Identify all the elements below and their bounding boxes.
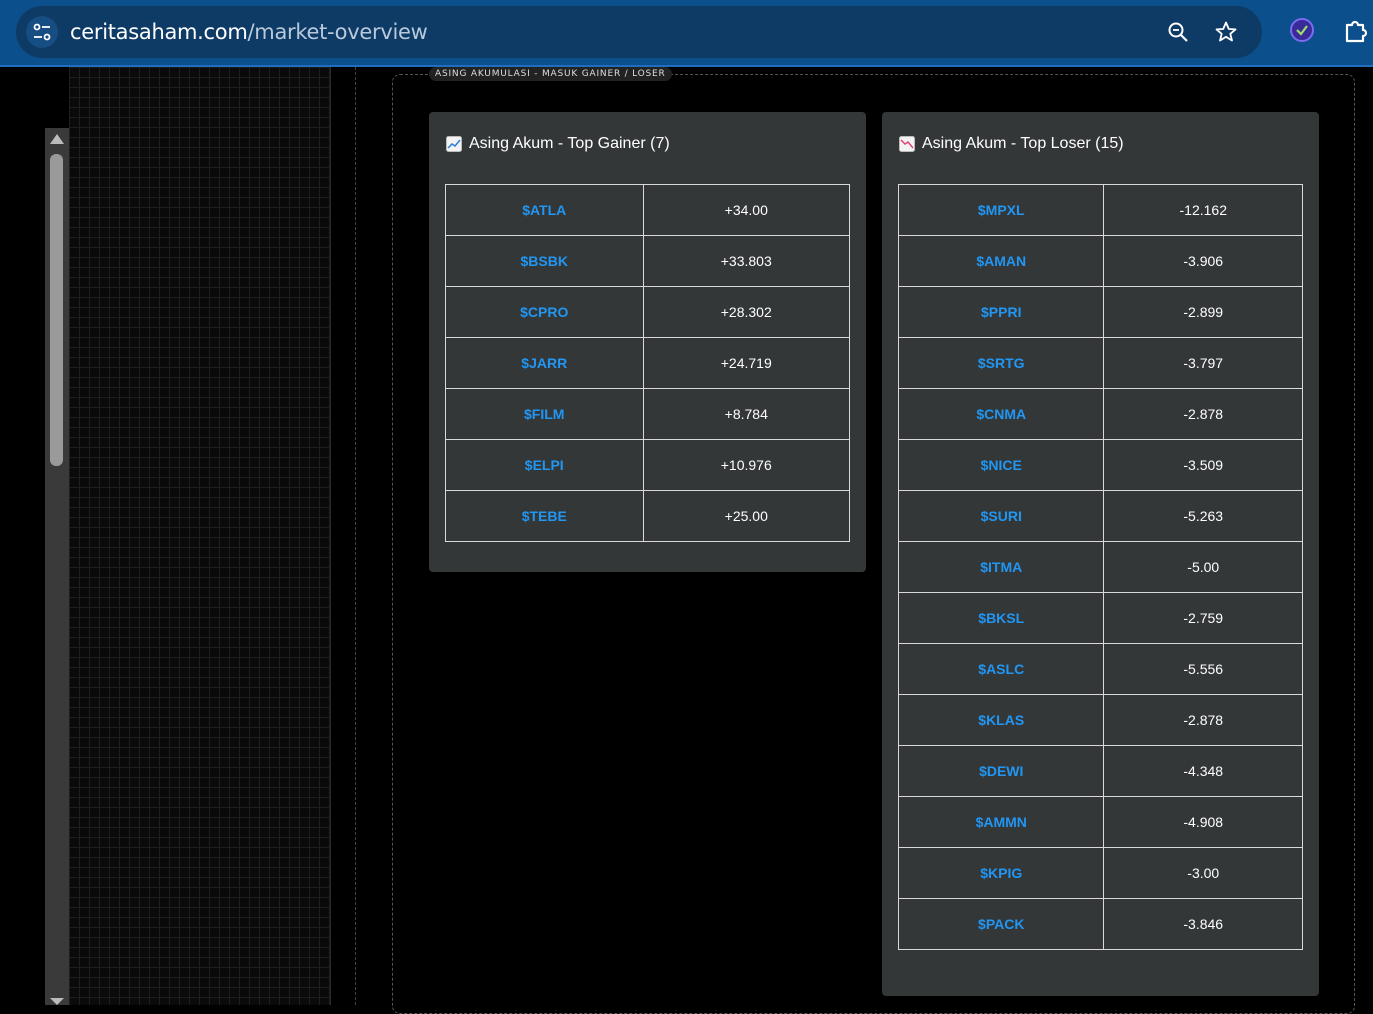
chart-decreasing-icon (899, 136, 915, 152)
table-row: $SURI -5.263 (897, 490, 1303, 542)
top-gainer-title: Asing Akum - Top Gainer (7) (446, 134, 670, 154)
value-cell: -2.759 (1103, 592, 1303, 644)
table-row: $FILM +8.784 (445, 388, 850, 440)
value-cell: +33.803 (642, 235, 850, 287)
table-row: $NICE -3.509 (897, 439, 1303, 491)
table-row: $PACK -3.846 (897, 898, 1303, 950)
table-row: $CPRO +28.302 (445, 286, 850, 338)
value-cell: +34.00 (642, 184, 850, 236)
ticker-link[interactable]: $ELPI (445, 439, 644, 491)
table-row: $BKSL -2.759 (897, 592, 1303, 644)
value-cell: -3.846 (1103, 898, 1303, 950)
value-cell: +24.719 (642, 337, 850, 389)
top-gainer-card: Asing Akum - Top Gainer (7) $ATLA +34.00 $… (429, 112, 866, 572)
scroll-down-arrow-icon[interactable] (50, 998, 64, 1005)
table-row: $KPIG -3.00 (897, 847, 1303, 899)
ticker-link[interactable]: $SRTG (897, 337, 1105, 389)
value-cell: +25.00 (642, 490, 850, 542)
table-row: $JARR +24.719 (445, 337, 850, 389)
top-gainer-table: $ATLA +34.00 $BSBK +33.803 $CPRO +28.302 $JARR… (445, 184, 850, 542)
extension-check-icon[interactable] (1288, 16, 1316, 44)
table-row: $AMMN -4.908 (897, 796, 1303, 848)
ticker-link[interactable]: $JARR (445, 337, 644, 389)
url-host: ceritasaham.com (70, 20, 248, 44)
grid-panel (69, 67, 331, 1005)
extensions-puzzle-icon[interactable] (1342, 16, 1370, 44)
value-cell: +28.302 (642, 286, 850, 338)
table-row: $ELPI +10.976 (445, 439, 850, 491)
top-loser-title-text: Asing Akum - Top Loser (15) (922, 135, 1124, 152)
top-gainer-title-text: Asing Akum - Top Gainer (7) (469, 135, 670, 152)
ticker-link[interactable]: $AMAN (897, 235, 1105, 287)
value-cell: -12.162 (1103, 184, 1303, 236)
site-info-icon[interactable] (26, 16, 58, 48)
value-cell: -5.263 (1103, 490, 1303, 542)
value-cell: -3.797 (1103, 337, 1303, 389)
value-cell: +8.784 (642, 388, 850, 440)
ticker-link[interactable]: $ITMA (897, 541, 1105, 593)
divider (355, 67, 356, 1005)
table-row: $DEWI -4.348 (897, 745, 1303, 797)
ticker-link[interactable]: $BSBK (445, 235, 644, 287)
ticker-link[interactable]: $CPRO (445, 286, 644, 338)
ticker-link[interactable]: $SURI (897, 490, 1105, 542)
section-label: ASING AKUMULASI - MASUK GAINER / LOSER (429, 67, 672, 81)
ticker-link[interactable]: $TEBE (445, 490, 644, 542)
table-row: $BSBK +33.803 (445, 235, 850, 287)
value-cell: -2.878 (1103, 388, 1303, 440)
ticker-link[interactable]: $AMMN (897, 796, 1105, 848)
value-cell: -4.348 (1103, 745, 1303, 797)
table-row: $KLAS -2.878 (897, 694, 1303, 746)
table-row: $ASLC -5.556 (897, 643, 1303, 695)
browser-toolbar: ceritasaham.com/market-overview (0, 0, 1373, 67)
table-row: $CNMA -2.878 (897, 388, 1303, 440)
table-row: $SRTG -3.797 (897, 337, 1303, 389)
table-row: $MPXL -12.162 (897, 184, 1303, 236)
value-cell: -3.509 (1103, 439, 1303, 491)
value-cell: -3.906 (1103, 235, 1303, 287)
top-loser-table: $MPXL -12.162 $AMAN -3.906 $PPRI -2.899 $SRTG -… (897, 184, 1303, 950)
top-loser-title: Asing Akum - Top Loser (15) (899, 134, 1124, 154)
ticker-link[interactable]: $DEWI (897, 745, 1105, 797)
value-cell: -2.878 (1103, 694, 1303, 746)
value-cell: -5.556 (1103, 643, 1303, 695)
table-row: $ATLA +34.00 (445, 184, 850, 236)
ticker-link[interactable]: $KPIG (897, 847, 1105, 899)
chart-increasing-icon (446, 136, 462, 152)
ticker-link[interactable]: $MPXL (897, 184, 1105, 236)
bookmark-star-icon[interactable] (1214, 20, 1238, 44)
value-cell: -2.899 (1103, 286, 1303, 338)
address-bar[interactable]: ceritasaham.com/market-overview (16, 6, 1262, 58)
ticker-link[interactable]: $FILM (445, 388, 644, 440)
top-loser-card: Asing Akum - Top Loser (15) $MPXL -12.162… (882, 112, 1319, 996)
url-path: /market-overview (247, 20, 428, 44)
ticker-link[interactable]: $PPRI (897, 286, 1105, 338)
scroll-up-arrow-icon[interactable] (50, 134, 64, 144)
value-cell: +10.976 (642, 439, 850, 491)
table-row: $ITMA -5.00 (897, 541, 1303, 593)
ticker-link[interactable]: $ASLC (897, 643, 1105, 695)
ticker-link[interactable]: $PACK (897, 898, 1105, 950)
table-row: $PPRI -2.899 (897, 286, 1303, 338)
table-row: $AMAN -3.906 (897, 235, 1303, 287)
ticker-link[interactable]: $ATLA (445, 184, 644, 236)
scrollbar-thumb[interactable] (50, 154, 63, 466)
scrollbar[interactable] (45, 128, 69, 1005)
ticker-link[interactable]: $CNMA (897, 388, 1105, 440)
ticker-link[interactable]: $KLAS (897, 694, 1105, 746)
value-cell: -3.00 (1103, 847, 1303, 899)
ticker-link[interactable]: $BKSL (897, 592, 1105, 644)
table-row: $TEBE +25.00 (445, 490, 850, 542)
value-cell: -4.908 (1103, 796, 1303, 848)
url-text[interactable]: ceritasaham.com/market-overview (70, 19, 428, 45)
zoom-icon[interactable] (1166, 20, 1190, 44)
value-cell: -5.00 (1103, 541, 1303, 593)
ticker-link[interactable]: $NICE (897, 439, 1105, 491)
